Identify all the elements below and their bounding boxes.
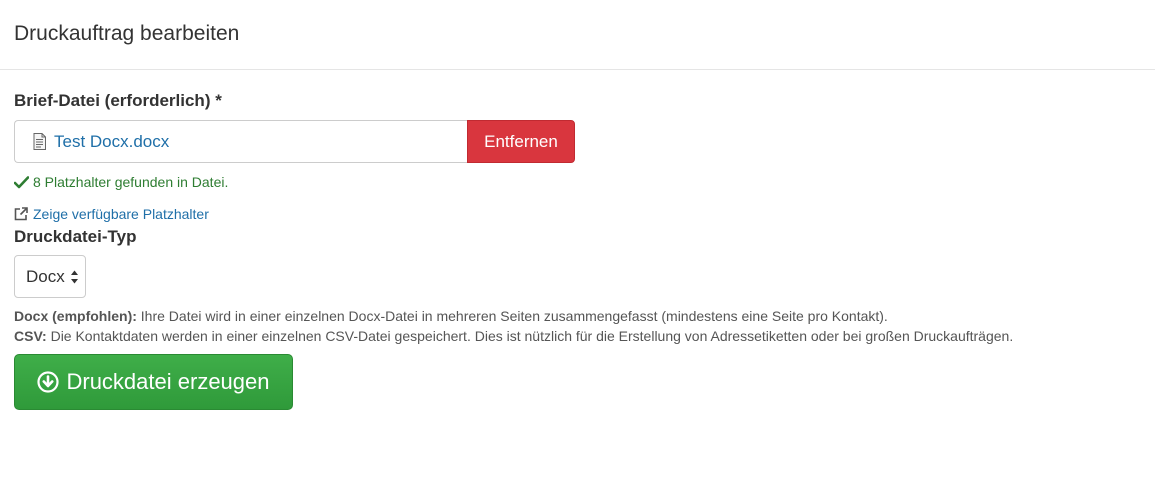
show-placeholders-link[interactable]: Zeige verfügbare Platzhalter [33,205,209,223]
print-type-help: Docx (empfohlen): Ihre Datei wird in ein… [14,306,1134,346]
print-type-label: Druckdatei-Typ [14,227,137,246]
letter-file-link[interactable]: Test Docx.docx [54,132,169,152]
download-circle-icon [37,371,60,393]
letter-file-display: Test Docx.docx [14,120,467,163]
page-title: Druckauftrag bearbeiten [14,22,240,45]
remove-file-button[interactable]: Entfernen [467,120,575,163]
select-arrows-icon [71,270,78,284]
print-job-form: Brief-Datei (erforderlich) * Test Docx.d… [14,89,1134,410]
check-icon [14,175,29,188]
help-csv: CSV: Die Kontaktdaten werden in einer ei… [14,328,1014,344]
letter-file-label: Brief-Datei (erforderlich) * [14,91,222,110]
print-type-selected: Docx [26,266,65,286]
help-docx: Docx (empfohlen): Ihre Datei wird in ein… [14,308,888,324]
generate-label: Druckdatei erzeugen [66,369,270,394]
placeholder-success-message: 8 Platzhalter gefunden in Datei. [14,173,1134,191]
show-placeholders-row: Zeige verfügbare Platzhalter [14,205,1134,223]
page-header: Druckauftrag bearbeiten [0,0,1155,70]
letter-file-group: Test Docx.docx Entfernen [14,120,1134,163]
generate-print-file-button[interactable]: Druckdatei erzeugen [14,354,293,410]
success-text: 8 Platzhalter gefunden in Datei. [33,174,229,190]
external-link-icon [14,207,28,221]
document-icon [33,133,46,150]
print-type-select[interactable]: Docx [14,255,86,298]
